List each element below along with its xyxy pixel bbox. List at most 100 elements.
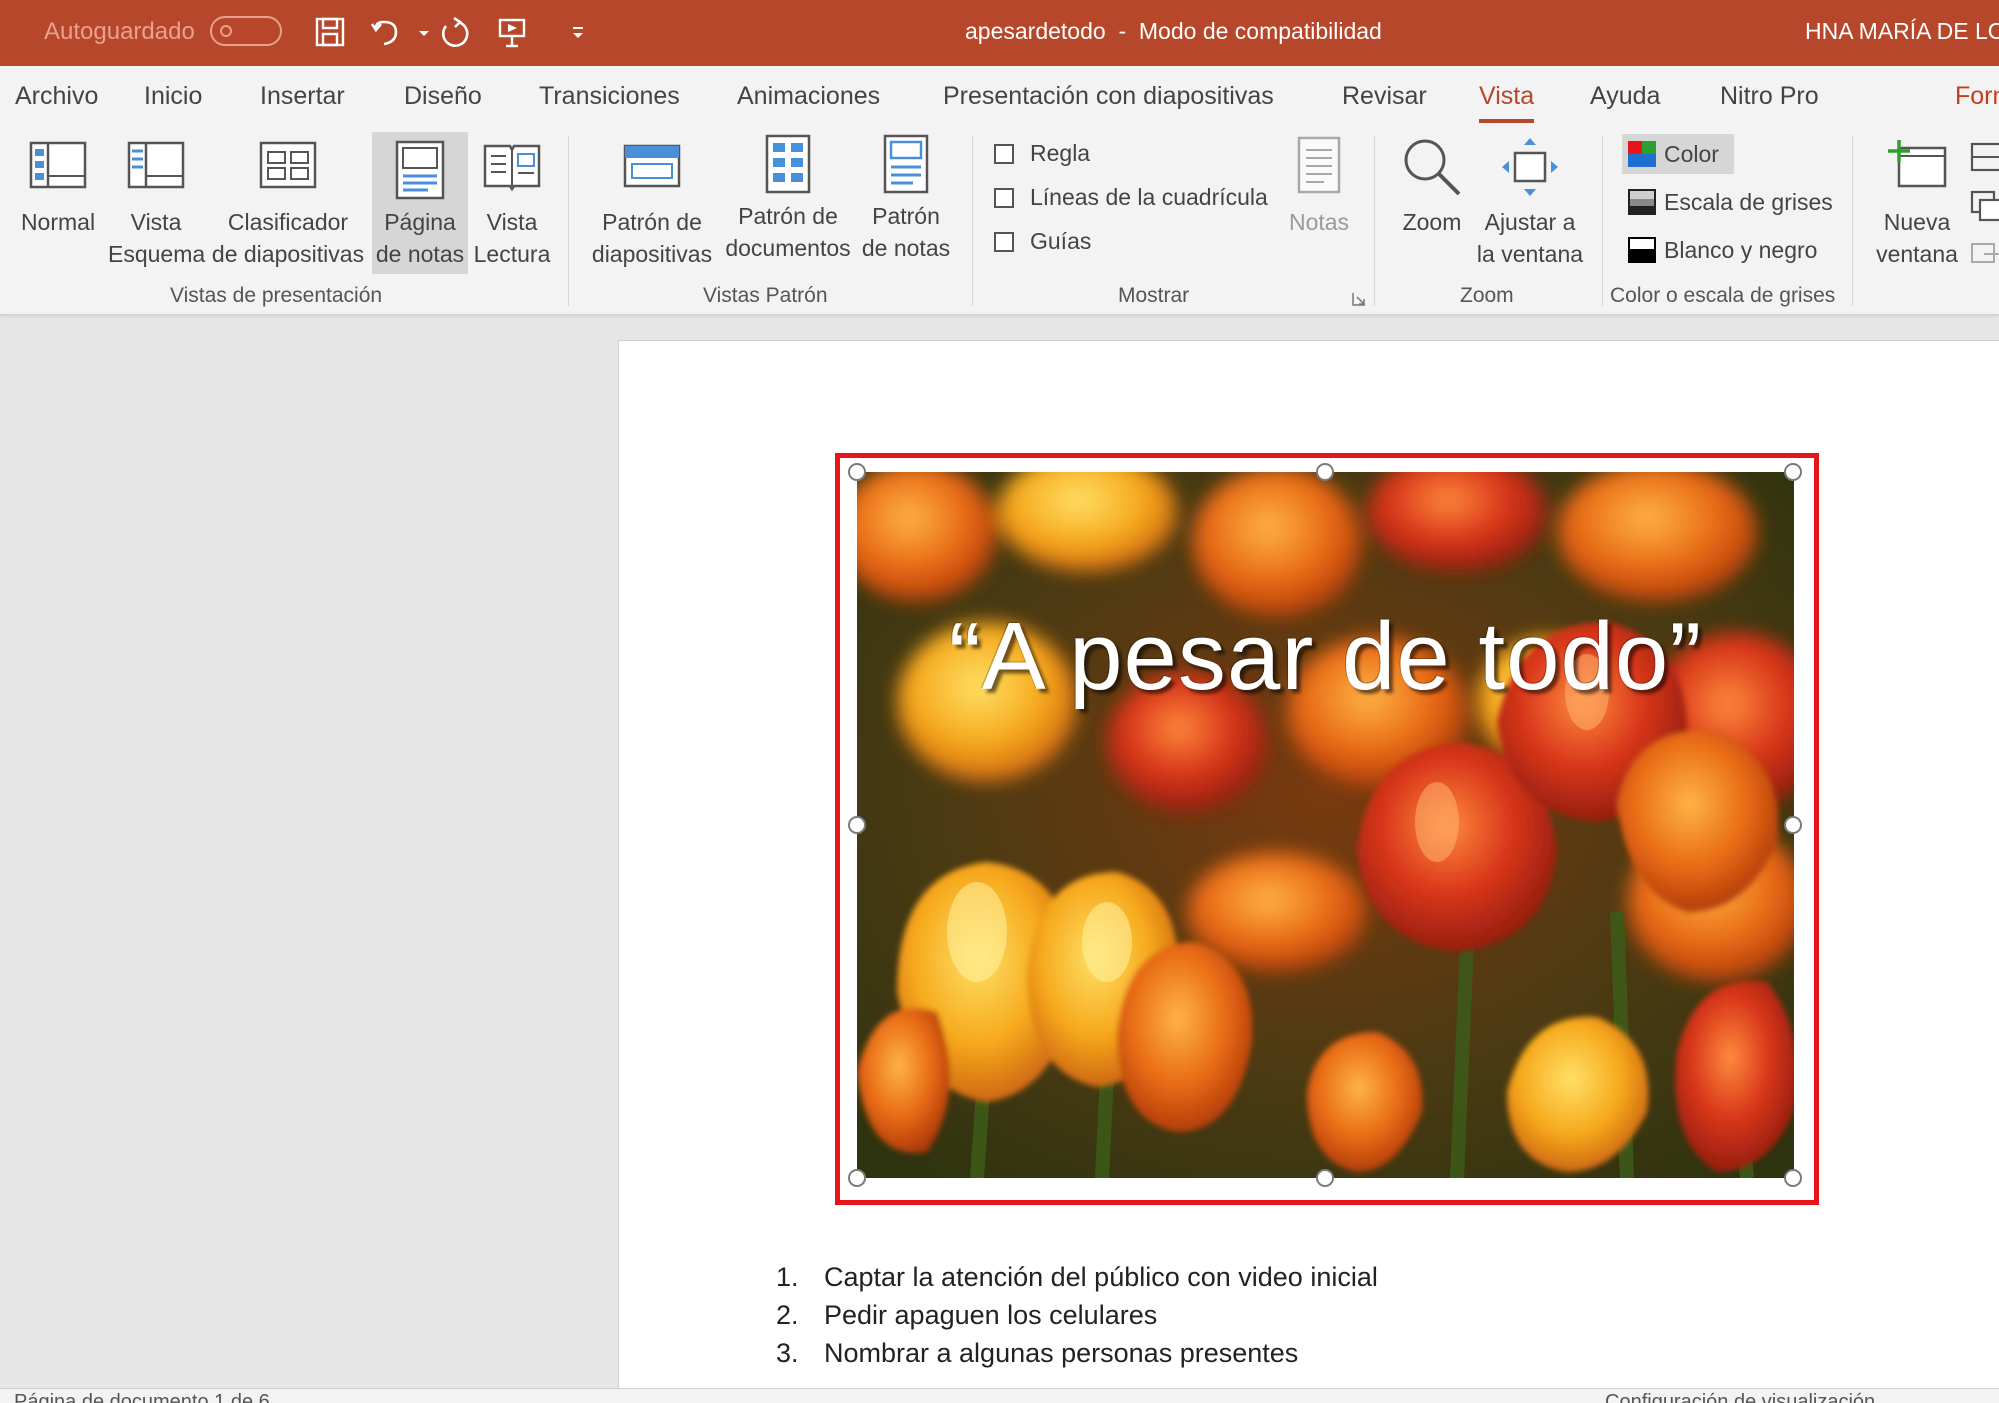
handout-master-label: Patrón de documentos [718, 200, 858, 264]
group-separator [972, 136, 973, 306]
fit-to-window-button[interactable]: Ajustar a la ventana [1472, 126, 1588, 276]
tab-ayuda[interactable]: Ayuda [1590, 82, 1660, 111]
slide-master-label-line2: diapositivas [591, 241, 713, 267]
color-swatch-icon [1628, 141, 1656, 167]
normal-view-button[interactable]: Normal [8, 126, 108, 276]
slide-sorter-button[interactable]: Clasificador de diapositivas [208, 126, 368, 276]
color-mode-label: Color [1664, 141, 1719, 167]
tab-revisar[interactable]: Revisar [1342, 82, 1427, 111]
status-display-settings[interactable]: Configuración de visualización [1605, 1391, 1875, 1403]
new-window-label-line1: Nueva [1883, 209, 1951, 235]
reading-view-icon [481, 140, 543, 197]
slide-sorter-label-line2: de diapositivas [211, 241, 365, 267]
present-from-start-icon[interactable] [494, 14, 530, 50]
normal-view-label: Normal [20, 209, 96, 235]
resize-handle[interactable] [1784, 463, 1802, 481]
tab-inicio[interactable]: Inicio [144, 82, 202, 111]
slide-master-label: Patrón de diapositivas [588, 206, 716, 270]
outline-view-button[interactable]: Vista Esquema [108, 126, 206, 276]
notes-page-label: Página de notas [372, 206, 468, 270]
color-mode-button[interactable]: Color [1622, 134, 1734, 174]
new-window-label: Nueva ventana [1866, 206, 1968, 270]
notes-master-button[interactable]: Patrón de notas [860, 126, 952, 276]
autosave-toggle[interactable] [210, 16, 282, 46]
fit-label-line1: Ajustar a [1484, 209, 1576, 235]
black-white-mode-button[interactable]: Blanco y negro [1622, 230, 1832, 270]
ruler-checkbox[interactable]: Regla [994, 140, 1090, 167]
list-text: Pedir apaguen los celulares [824, 1300, 1158, 1330]
resize-handle[interactable] [848, 463, 866, 481]
outline-view-label-line1: Vista [130, 209, 182, 235]
resize-handle[interactable] [1316, 1169, 1334, 1187]
list-text: Nombrar a algunas personas presentes [824, 1338, 1299, 1368]
tab-diseno[interactable]: Diseño [404, 82, 482, 111]
status-page-indicator: Página de documento 1 de 6 [14, 1391, 270, 1403]
user-account-name[interactable]: HNA MARÍA DE LO [1805, 18, 1999, 45]
notes-pane-icon [1296, 136, 1342, 199]
handout-master-label-line2: documentos [725, 235, 851, 261]
tab-transiciones[interactable]: Transiciones [539, 82, 680, 111]
resize-handle[interactable] [1784, 816, 1802, 834]
tab-presentacion[interactable]: Presentación con diapositivas [943, 82, 1274, 111]
resize-handle[interactable] [848, 816, 866, 834]
autosave-label: Autoguardado [44, 18, 195, 45]
arrange-window-icons[interactable] [1970, 136, 1999, 286]
window-small-buttons [1970, 136, 1999, 286]
handout-master-icon [763, 134, 813, 199]
notes-master-label-line1: Patrón [872, 203, 940, 229]
customize-qat-icon[interactable] [560, 14, 583, 50]
resize-handle[interactable] [1784, 1169, 1802, 1187]
undo-dropdown-icon[interactable] [406, 14, 429, 50]
notes-toggle-label: Notas [1288, 209, 1350, 235]
fit-to-window-icon [1500, 136, 1560, 203]
tab-insertar[interactable]: Insertar [260, 82, 345, 111]
tab-archivo[interactable]: Archivo [15, 82, 98, 111]
reading-view-button[interactable]: Vista Lectura [468, 126, 556, 276]
notes-page-label-line1: Página [384, 209, 456, 235]
speaker-notes[interactable]: 1. Captar la atención del público con vid… [776, 1258, 1378, 1372]
guides-label: Guías [1030, 228, 1092, 254]
list-number: 1. [776, 1262, 799, 1292]
show-dialog-launcher-icon[interactable] [1352, 292, 1366, 306]
redo-icon[interactable] [436, 14, 472, 50]
document-title: apesardetodo - Modo de compatibilidad [965, 18, 1382, 44]
checkbox-box [994, 232, 1014, 252]
resize-handle[interactable] [1316, 463, 1334, 481]
grayscale-mode-button[interactable]: Escala de grises [1622, 182, 1833, 222]
notes-master-label-line2: de notas [861, 235, 951, 261]
black-white-swatch-icon [1628, 237, 1656, 263]
grayscale-mode-label: Escala de grises [1664, 189, 1833, 215]
new-window-label-line2: ventana [1876, 241, 1958, 267]
handout-master-button[interactable]: Patrón de documentos [718, 126, 858, 276]
gridlines-checkbox[interactable]: Líneas de la cuadrícula [994, 184, 1268, 211]
outline-view-label: Vista Esquema [108, 206, 206, 270]
handout-master-label-line1: Patrón de [738, 203, 838, 229]
undo-icon[interactable] [368, 14, 404, 50]
group-label-show: Mostrar [1118, 284, 1190, 307]
slide-title: “A pesar de todo” [948, 603, 1703, 710]
group-separator [1374, 136, 1375, 306]
notes-page-button[interactable]: Página de notas [372, 132, 468, 274]
notes-list-item: 3. Nombrar a algunas personas presentes [776, 1334, 1378, 1372]
notes-master-label: Patrón de notas [860, 200, 952, 264]
outline-view-label-line2: Esquema [108, 241, 206, 267]
slide-thumbnail[interactable]: “A pesar de todo” [857, 472, 1794, 1178]
notes-toggle-button[interactable]: Notas [1278, 126, 1360, 276]
group-label-zoom: Zoom [1460, 284, 1514, 307]
save-icon[interactable] [312, 14, 348, 50]
toggle-knob [220, 25, 232, 37]
slide-master-button[interactable]: Patrón de diapositivas [588, 126, 716, 276]
guides-checkbox[interactable]: Guías [994, 228, 1091, 255]
new-window-button[interactable]: Nueva ventana [1866, 126, 1968, 276]
tab-vista[interactable]: Vista [1479, 82, 1535, 123]
notes-list-item: 2. Pedir apaguen los celulares [776, 1296, 1378, 1334]
notes-master-icon [881, 134, 931, 199]
list-number: 2. [776, 1300, 799, 1330]
tab-nitro-pro[interactable]: Nitro Pro [1720, 82, 1819, 111]
group-separator [1602, 136, 1603, 306]
zoom-button[interactable]: Zoom [1392, 126, 1472, 276]
tab-animaciones[interactable]: Animaciones [737, 82, 880, 111]
tab-formato[interactable]: Forn [1955, 82, 1999, 111]
fit-to-window-label: Ajustar a la ventana [1472, 206, 1588, 270]
resize-handle[interactable] [848, 1169, 866, 1187]
